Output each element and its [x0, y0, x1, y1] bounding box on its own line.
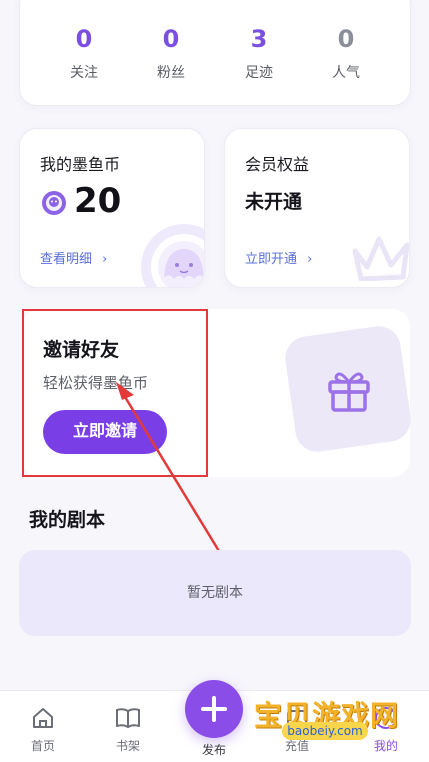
octopus-mascot-icon: [141, 224, 204, 287]
watermark-url: baobeiy.com: [282, 722, 368, 740]
tab-label: 我的: [373, 739, 398, 753]
stat-value: 0: [162, 25, 180, 53]
coin-card[interactable]: 我的墨鱼币 20 查看明细 ›: [19, 128, 205, 288]
stat-following[interactable]: 0 关注: [44, 25, 124, 82]
publish-button[interactable]: [185, 680, 243, 738]
chevron-right-icon: ›: [102, 252, 108, 267]
tab-home[interactable]: 首页: [13, 705, 73, 754]
stat-label: 粉丝: [157, 65, 185, 81]
tab-bookshelf[interactable]: 书架: [98, 705, 158, 754]
stat-value: 3: [250, 25, 268, 53]
stat-footprints[interactable]: 3 足迹: [219, 25, 299, 82]
stats-card: 0 关注 0 粉丝 3 足迹 0 人气: [19, 0, 411, 106]
chevron-right-icon: ›: [307, 252, 313, 267]
stat-followers[interactable]: 0 粉丝: [131, 25, 211, 82]
vip-activate-link[interactable]: 立即开通 ›: [245, 248, 312, 267]
coin-card-title: 我的墨鱼币: [40, 155, 121, 174]
coin-icon: [42, 191, 66, 215]
coin-details-link[interactable]: 查看明细 ›: [40, 248, 107, 267]
annotation-highlight-box: [22, 309, 208, 477]
stat-popularity[interactable]: 0 人气: [306, 25, 386, 82]
stat-label: 关注: [70, 65, 98, 81]
plus-icon: [201, 696, 227, 722]
my-scripts-title: 我的剧本: [29, 509, 106, 531]
stat-label: 人气: [332, 65, 360, 81]
vip-activate-label: 立即开通: [245, 252, 298, 267]
tab-label: 书架: [115, 739, 140, 753]
vip-status: 未开通: [245, 191, 303, 213]
stat-label: 足迹: [245, 65, 273, 81]
vip-card[interactable]: 会员权益 未开通 立即开通 ›: [224, 128, 410, 288]
vip-card-title: 会员权益: [245, 155, 310, 174]
crown-icon: [352, 236, 409, 281]
coin-amount: 20: [74, 181, 122, 221]
stat-value: 0: [75, 25, 93, 53]
stat-value: 0: [337, 25, 355, 53]
tab-label: 首页: [30, 739, 55, 753]
gift-icon: [328, 372, 370, 412]
book-icon: [116, 708, 140, 728]
home-icon: [33, 708, 53, 728]
coin-details-label: 查看明细: [40, 252, 93, 267]
publish-label: 发布: [201, 743, 226, 757]
empty-scripts-box: 暂无剧本: [19, 550, 411, 636]
